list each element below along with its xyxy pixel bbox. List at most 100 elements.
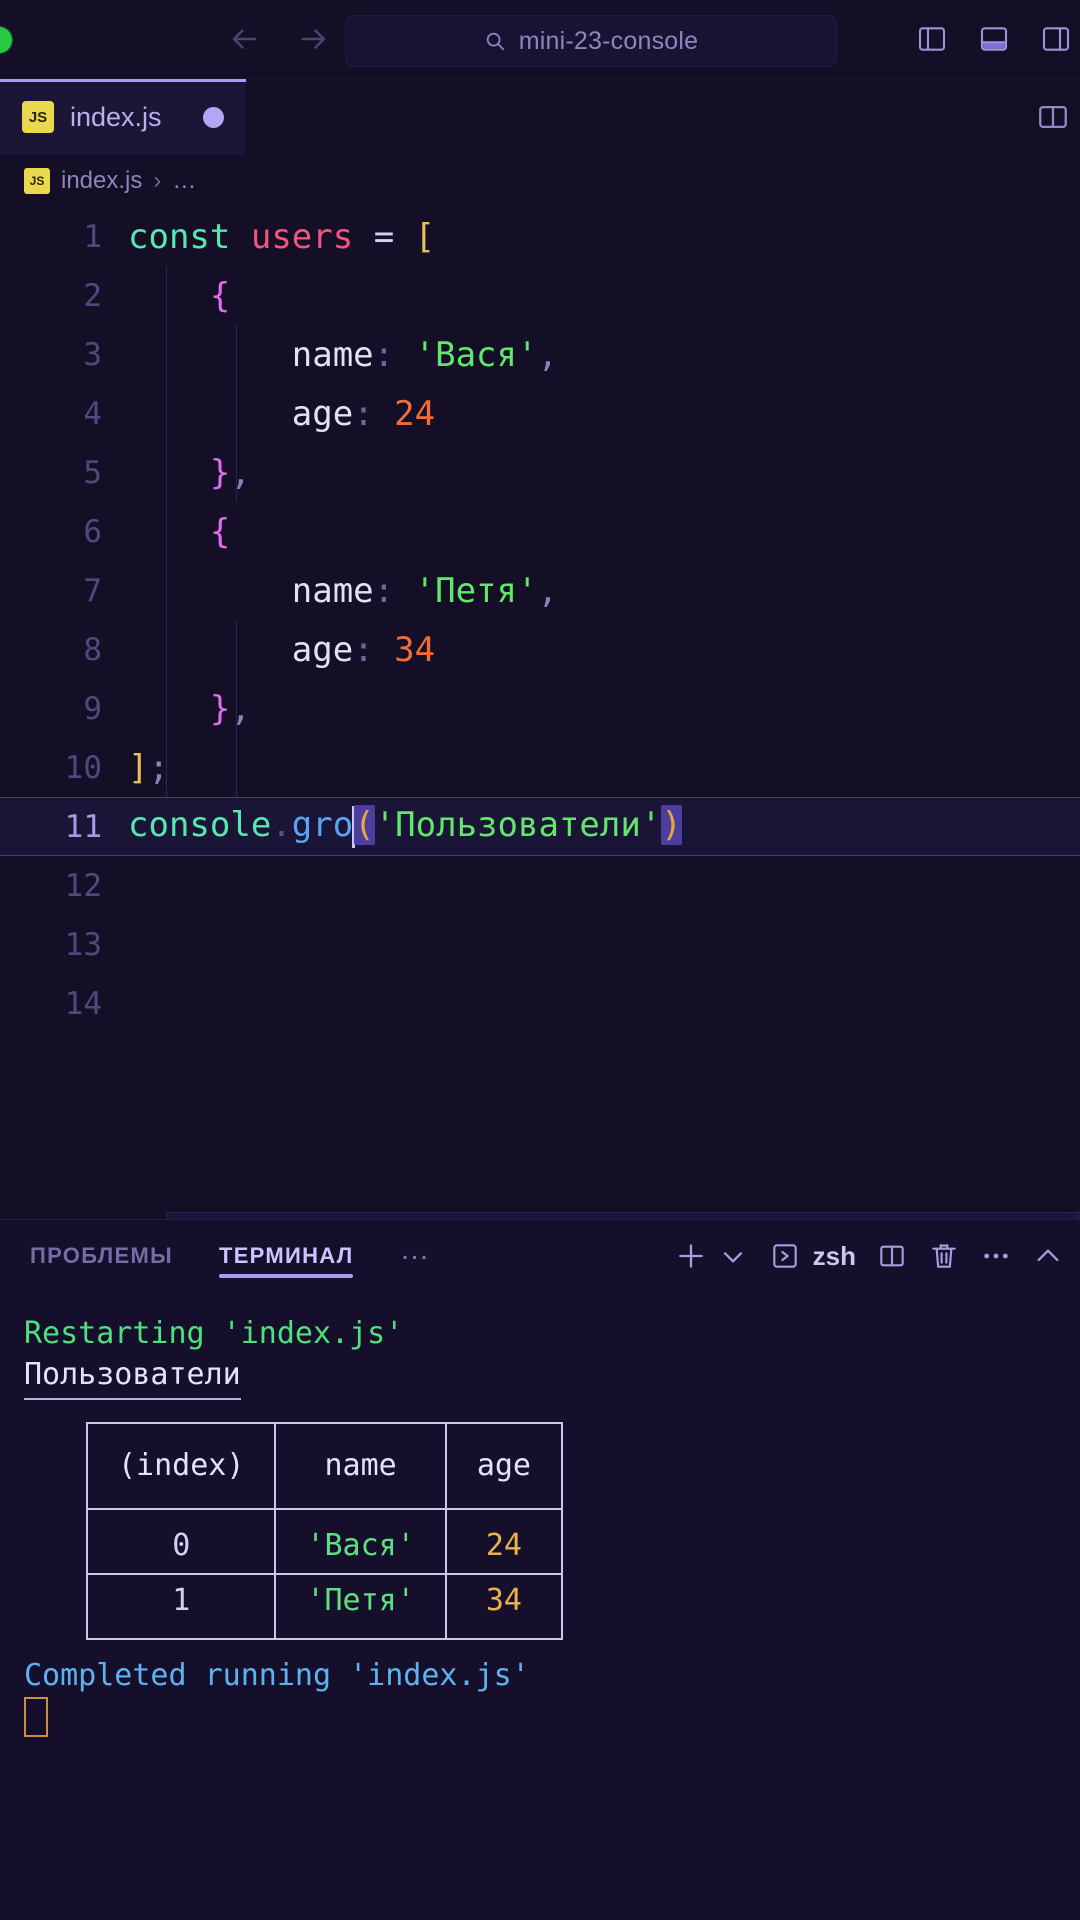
line-content[interactable]: age: 34: [128, 630, 1080, 670]
console-group-label: Пользователи: [24, 1355, 241, 1400]
command-center-search[interactable]: mini-23-console: [345, 15, 837, 67]
toggle-primary-sidebar-icon[interactable]: [914, 21, 950, 57]
token-comma: ,: [230, 688, 251, 729]
code-line[interactable]: 3 name: 'Вася',: [0, 325, 1080, 384]
token-paren-close: ): [661, 805, 682, 846]
code-line[interactable]: 6 {: [0, 502, 1080, 561]
panel-overflow-icon[interactable]: …: [399, 1235, 432, 1265]
cell-age: 34: [444, 1573, 564, 1640]
suggestion-widget[interactable]: group groupColla… (method) Console.… gro…: [166, 1212, 1080, 1219]
token-method-partial: gro: [291, 805, 354, 846]
arrow-left-icon[interactable]: [222, 17, 266, 61]
panel-more-icon[interactable]: [980, 1235, 1012, 1277]
line-number: 7: [83, 572, 102, 609]
shell-name-label[interactable]: zsh: [813, 1241, 856, 1272]
table-header-row: (index) name age: [85, 1421, 564, 1511]
token-comma: ,: [537, 570, 558, 611]
token-colon: :: [373, 570, 395, 611]
line-number: 12: [64, 867, 102, 904]
token-string: 'Вася': [414, 334, 538, 375]
token-operator: =: [373, 216, 395, 257]
code-editor[interactable]: 1 const users = [ 2 { 3 name: 'Вася', 4 …: [0, 207, 1080, 1219]
code-line[interactable]: 10 ];: [0, 738, 1080, 797]
toggle-secondary-sidebar-icon[interactable]: [1038, 21, 1074, 57]
terminal-output[interactable]: Restarting 'index.js' Пользователи (inde…: [0, 1292, 1080, 1920]
cell-name: 'Вася': [274, 1508, 447, 1576]
line-number: 4: [83, 395, 102, 432]
line-number: 2: [83, 277, 102, 314]
code-line[interactable]: 14: [0, 974, 1080, 1033]
code-line[interactable]: 12: [0, 856, 1080, 915]
line-content[interactable]: age: 24: [128, 394, 1080, 434]
line-number: 13: [64, 926, 102, 963]
layout-controls: [914, 0, 1074, 78]
line-number: 9: [83, 690, 102, 727]
line-content[interactable]: },: [128, 689, 1080, 729]
line-content[interactable]: ];: [128, 748, 1080, 788]
cell-age: 24: [444, 1508, 564, 1576]
code-line[interactable]: 8 age: 34: [0, 620, 1080, 679]
line-number: 1: [83, 218, 102, 255]
code-line[interactable]: 13: [0, 915, 1080, 974]
code-line[interactable]: 5 },: [0, 443, 1080, 502]
terminal-line-restarting: Restarting 'index.js': [24, 1314, 1080, 1355]
line-content[interactable]: name: 'Петя',: [128, 571, 1080, 611]
line-content[interactable]: {: [128, 276, 1080, 316]
token-identifier: users: [250, 216, 354, 257]
completed-text: Completed running 'index.js': [24, 1657, 530, 1693]
tab-problems[interactable]: ПРОБЛЕМЫ: [30, 1220, 173, 1292]
cell-name: 'Петя': [274, 1573, 447, 1640]
table-row: 0 'Вася' 24: [85, 1508, 564, 1576]
line-content[interactable]: name: 'Вася',: [128, 335, 1080, 375]
new-terminal-icon[interactable]: [675, 1235, 707, 1277]
split-editor-icon[interactable]: [1036, 100, 1070, 134]
chevron-right-icon: ›: [153, 167, 162, 194]
editor-tab-bar: JS index.js: [0, 79, 1080, 155]
code-line[interactable]: 2 {: [0, 266, 1080, 325]
line-number: 14: [64, 985, 102, 1022]
breadcrumb-file[interactable]: index.js: [61, 167, 142, 195]
title-bar: mini-23-console: [0, 0, 1080, 79]
line-content[interactable]: {: [128, 512, 1080, 552]
code-line-active[interactable]: 11 console.gro('Пользователи'): [0, 797, 1080, 856]
token-colon: :: [373, 334, 395, 375]
token-close-bracket: ]: [128, 747, 149, 788]
window-maximize-button[interactable]: [0, 27, 12, 53]
line-number: 5: [83, 454, 102, 491]
tab-terminal[interactable]: ТЕРМИНАЛ: [218, 1220, 354, 1292]
terminal-group-label-line: Пользователи: [24, 1355, 1080, 1400]
code-line[interactable]: 7 name: 'Петя',: [0, 561, 1080, 620]
kill-terminal-icon[interactable]: [928, 1235, 960, 1277]
token-dot: .: [271, 805, 292, 846]
suggestion-item[interactable]: group: [167, 1213, 1079, 1219]
breadcrumb[interactable]: JS index.js › …: [0, 155, 1080, 207]
line-number: 8: [83, 631, 102, 668]
unsaved-indicator[interactable]: [203, 106, 224, 128]
split-terminal-icon[interactable]: [876, 1235, 908, 1277]
token-comma: ,: [537, 334, 558, 375]
chevron-down-icon[interactable]: [717, 1235, 749, 1277]
token-comma: ,: [230, 452, 251, 493]
search-input-value: mini-23-console: [518, 26, 699, 55]
line-content[interactable]: const users = [: [128, 217, 1080, 257]
code-line[interactable]: 4 age: 24: [0, 384, 1080, 443]
tab-label: index.js: [70, 101, 162, 132]
collapse-panel-icon[interactable]: [1032, 1235, 1064, 1277]
arrow-right-icon[interactable]: [292, 17, 336, 61]
token-open-brace: {: [209, 275, 231, 316]
breadcrumb-more[interactable]: …: [172, 167, 196, 195]
token-open-bracket: [: [414, 216, 436, 257]
line-content[interactable]: },: [128, 453, 1080, 493]
column-header-index: (index): [85, 1421, 277, 1511]
toggle-panel-icon[interactable]: [976, 21, 1012, 57]
line-content[interactable]: console.gro('Пользователи'): [128, 805, 1080, 848]
code-line[interactable]: 9 },: [0, 679, 1080, 738]
tab-index-js[interactable]: JS index.js: [0, 79, 246, 155]
terminal-shell-icon[interactable]: [769, 1235, 801, 1277]
code-line[interactable]: 1 const users = [: [0, 207, 1080, 266]
token-property: name: [291, 570, 374, 611]
column-header-age: age: [444, 1421, 564, 1511]
console-table-body: 0 'Вася' 24 1 'Петя' 34: [85, 1508, 564, 1640]
line-number: 10: [64, 749, 102, 786]
search-icon: [484, 30, 506, 52]
